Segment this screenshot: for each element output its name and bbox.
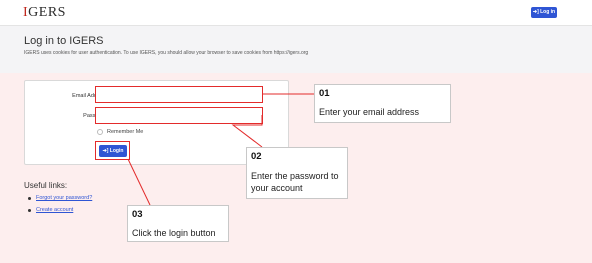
login-button[interactable]: ➔] Login — [99, 145, 127, 157]
callout-02: 02 Enter the password to your account — [246, 147, 348, 199]
callout-01: 01 Enter your email address — [314, 84, 451, 123]
callout-02-text: Enter the password to your account — [251, 171, 339, 193]
callout-02-number: 02 — [251, 151, 262, 162]
callout-01-text: Enter your email address — [319, 107, 420, 117]
top-navbar: IGERS ➔] Log in — [0, 0, 592, 26]
useful-links-list: Forgot your password? Create account — [28, 195, 92, 219]
email-field[interactable] — [95, 86, 263, 103]
login-button-highlight: ➔] Login — [95, 141, 130, 160]
page-header: Log in to IGERS IGERS uses cookies for u… — [0, 26, 592, 73]
password-field[interactable] — [95, 107, 263, 124]
navbar-login-button[interactable]: ➔] Log in — [531, 7, 557, 18]
create-account-link[interactable]: Create account — [28, 207, 92, 213]
remember-me[interactable]: Remember Me — [97, 129, 143, 135]
remember-me-checkbox[interactable] — [97, 129, 103, 135]
callout-01-number: 01 — [319, 88, 330, 99]
callout-03-text: Click the login button — [132, 228, 216, 238]
forgot-password-link[interactable]: Forgot your password? — [28, 195, 92, 201]
remember-me-label: Remember Me — [107, 129, 144, 135]
connector-line-03 — [127, 158, 151, 206]
callout-03-number: 03 — [132, 209, 143, 220]
igers-logo[interactable]: IGERS — [23, 5, 66, 21]
cookie-notice: IGERS uses cookies for user authenticati… — [24, 50, 309, 56]
logo-rest: GERS — [28, 5, 66, 20]
useful-links-title: Useful links: — [24, 181, 68, 190]
callout-03: 03 Click the login button — [127, 205, 229, 242]
page-title: Log in to IGERS — [24, 35, 104, 47]
